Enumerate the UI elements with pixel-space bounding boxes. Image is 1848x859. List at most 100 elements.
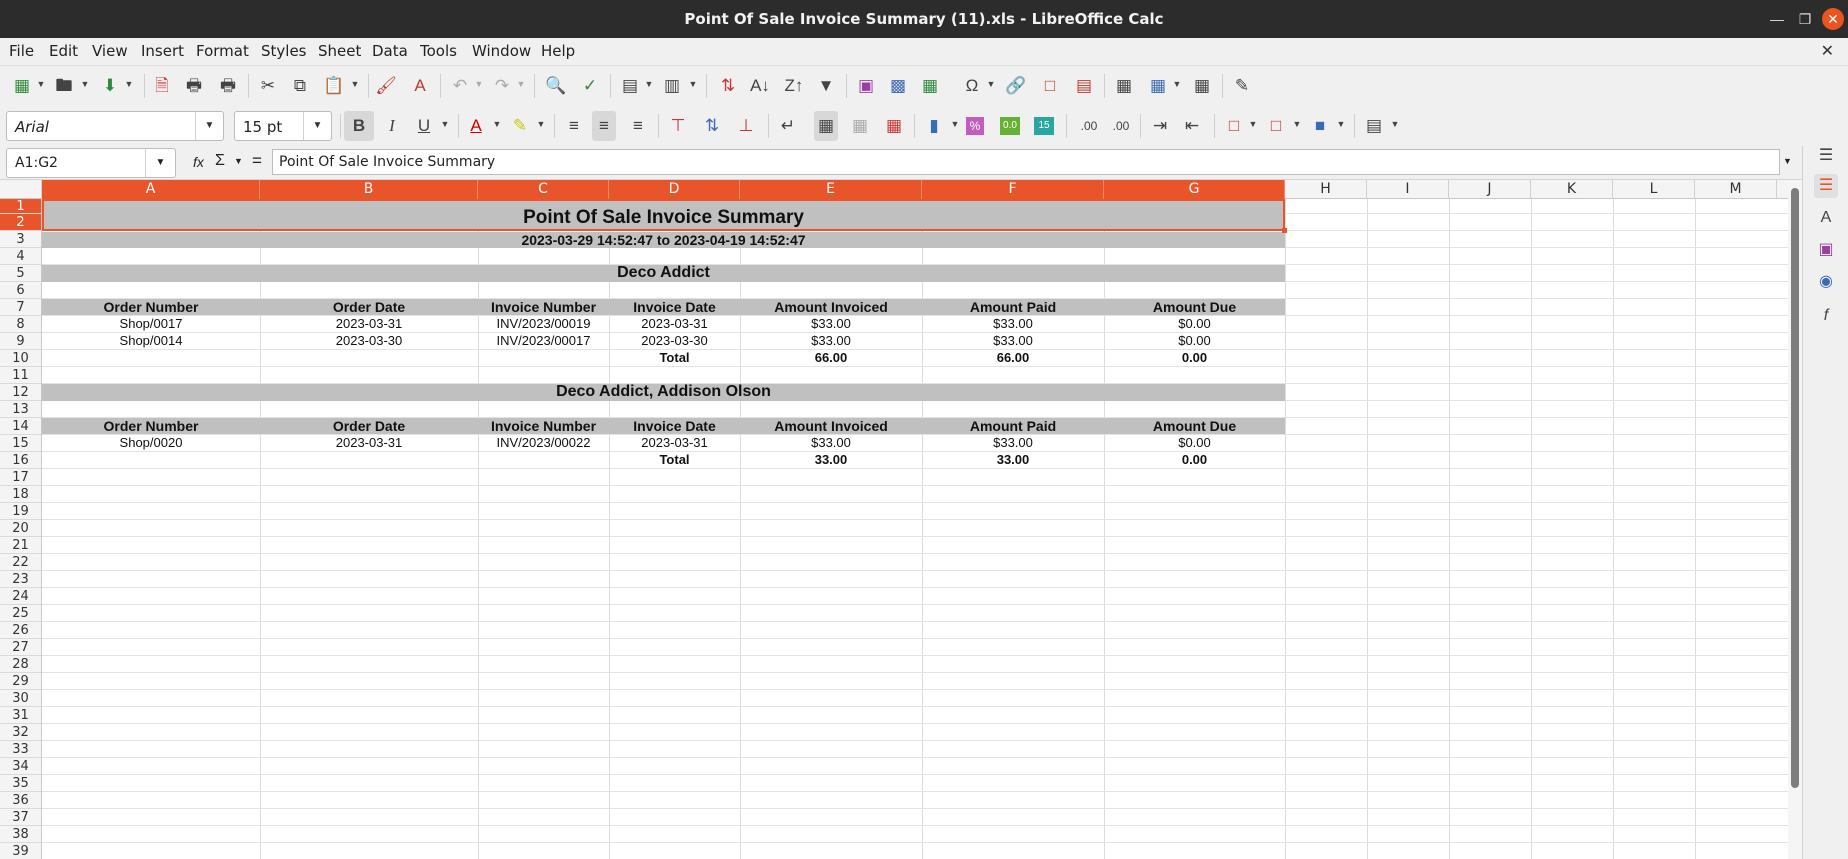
clear-formatting-icon[interactable]: A [408, 74, 432, 98]
column-header-a[interactable]: A [42, 180, 260, 199]
chevron-down-icon[interactable]: ▼ [234, 156, 243, 166]
freeze-rows-icon[interactable]: ▦ [1146, 74, 1170, 98]
data-cell[interactable]: 2023-03-30 [260, 333, 478, 348]
scrollbar-thumb[interactable] [1791, 188, 1799, 788]
align-bottom-icon[interactable]: ⊥ [734, 114, 758, 138]
menu-styles[interactable]: Styles [261, 42, 307, 60]
center-vertically-icon[interactable]: ⇅ [700, 114, 724, 138]
paste-icon[interactable]: 📋 [322, 74, 346, 98]
total-due[interactable]: 0.00 [1104, 350, 1285, 365]
bold-icon[interactable]: B [344, 111, 374, 141]
row-header-6[interactable]: 6 [0, 282, 41, 299]
sum-icon[interactable]: Σ [215, 152, 225, 170]
menu-window[interactable]: Window [472, 42, 531, 60]
merge-cells-icon[interactable]: ▦ [848, 114, 872, 138]
data-cell[interactable]: Shop/0014 [42, 333, 260, 348]
row-header-20[interactable]: 20 [0, 520, 41, 537]
chevron-down-icon[interactable]: ▼ [474, 78, 484, 90]
header-cell[interactable]: Order Date [260, 299, 478, 315]
formula-equals-icon[interactable]: = [252, 151, 262, 171]
row-header-22[interactable]: 22 [0, 554, 41, 571]
chevron-down-icon[interactable]: ▼ [1248, 118, 1258, 130]
data-cell[interactable]: $0.00 [1104, 316, 1285, 331]
chevron-down-icon[interactable]: ▼ [195, 112, 223, 140]
row-header-37[interactable]: 37 [0, 809, 41, 826]
print-icon[interactable]: 🖶 [182, 74, 206, 98]
chevron-down-icon[interactable]: ▼ [986, 78, 996, 90]
chevron-down-icon[interactable]: ▼ [145, 149, 175, 177]
row-header-23[interactable]: 23 [0, 571, 41, 588]
data-cell[interactable]: 2023-03-31 [609, 316, 740, 331]
chevron-down-icon[interactable]: ▼ [1292, 118, 1302, 130]
row-header-31[interactable]: 31 [0, 707, 41, 724]
row-header-13[interactable]: 13 [0, 401, 41, 418]
row-header-32[interactable]: 32 [0, 724, 41, 741]
header-cell[interactable]: Order Number [42, 299, 260, 315]
row-header-28[interactable]: 28 [0, 656, 41, 673]
total-due[interactable]: 0.00 [1104, 452, 1285, 467]
data-cell[interactable]: INV/2023/00019 [478, 316, 609, 331]
formula-input[interactable]: Point Of Sale Invoice Summary [272, 149, 1780, 175]
row-header-26[interactable]: 26 [0, 622, 41, 639]
section-title[interactable]: Deco Addict [42, 264, 1285, 282]
column-header-d[interactable]: D [609, 180, 740, 199]
sort-descending-icon[interactable]: Z↑ [782, 74, 806, 98]
header-cell[interactable]: Amount Invoiced [740, 299, 922, 315]
open-folder-icon[interactable]: 🖿 [52, 74, 76, 98]
print-preview-icon[interactable]: 🖶 [216, 74, 240, 98]
data-cell[interactable]: $33.00 [740, 333, 922, 348]
decrease-indent-icon[interactable]: ⇤ [1180, 114, 1204, 138]
data-cell[interactable]: 2023-03-31 [260, 435, 478, 450]
row-header-5[interactable]: 5 [0, 265, 41, 282]
align-left-icon[interactable]: ≡ [562, 114, 586, 138]
data-cell[interactable]: $0.00 [1104, 333, 1285, 348]
borders-icon[interactable]: □ [1222, 114, 1246, 138]
chevron-down-icon[interactable]: ▼ [950, 118, 960, 130]
spreadsheet-grid[interactable]: A B C D E F G H I J K L M 1 2 3 4 5 6 7 8 9 10 11 1… [0, 180, 1800, 859]
chevron-down-icon[interactable]: ▼ [492, 118, 502, 130]
column-header-m[interactable]: M [1695, 180, 1777, 199]
header-cell[interactable]: Order Number [42, 418, 260, 434]
column-header-k[interactable]: K [1531, 180, 1613, 199]
data-cell[interactable]: $33.00 [922, 435, 1104, 450]
functions-icon[interactable]: f [1814, 304, 1838, 328]
add-decimal-icon[interactable]: .00 [1074, 114, 1104, 138]
data-cell[interactable]: $33.00 [922, 316, 1104, 331]
close-window-icon[interactable]: ✕ [1822, 8, 1844, 30]
number-format-icon[interactable]: 0.0 [1000, 117, 1020, 135]
row-header-8[interactable]: 8 [0, 316, 41, 333]
column-header-e[interactable]: E [740, 180, 922, 199]
row-header-39[interactable]: 39 [0, 843, 41, 859]
row-header-16[interactable]: 16 [0, 452, 41, 469]
chevron-down-icon[interactable]: ▼ [536, 118, 546, 130]
chevron-down-icon[interactable]: ▼ [688, 78, 698, 90]
column-header-l[interactable]: L [1613, 180, 1695, 199]
chevron-down-icon[interactable]: ▼ [350, 78, 360, 90]
special-character-icon[interactable]: Ω [960, 74, 984, 98]
header-cell[interactable]: Amount Paid [922, 418, 1104, 434]
select-all-corner[interactable] [0, 180, 42, 199]
menu-view[interactable]: View [92, 42, 128, 60]
font-name-combo[interactable]: Arial ▼ [6, 111, 224, 141]
properties-icon[interactable]: ☰ [1814, 174, 1838, 198]
row-header-10[interactable]: 10 [0, 350, 41, 367]
total-paid[interactable]: 33.00 [922, 452, 1104, 467]
header-cell[interactable]: Invoice Date [609, 418, 740, 434]
restore-icon[interactable]: ❐ [1794, 8, 1816, 30]
row-header-21[interactable]: 21 [0, 537, 41, 554]
row-icon[interactable]: ▤ [618, 74, 642, 98]
chevron-down-icon[interactable]: ▼ [303, 112, 331, 140]
row-header-1[interactable]: 1 [0, 199, 41, 214]
percent-format-icon[interactable]: % [966, 117, 984, 135]
pivot-table-icon[interactable]: ▦ [918, 74, 942, 98]
gallery-icon[interactable]: ▣ [1814, 238, 1838, 262]
draw-functions-icon[interactable]: ✎ [1230, 74, 1254, 98]
align-right-icon[interactable]: ≡ [626, 114, 650, 138]
border-style-icon[interactable]: □ [1264, 114, 1288, 138]
minimize-icon[interactable]: — [1766, 8, 1788, 30]
row-header-27[interactable]: 27 [0, 639, 41, 656]
row-header-18[interactable]: 18 [0, 486, 41, 503]
sidebar-menu-icon[interactable]: ☰ [1814, 144, 1838, 168]
insert-chart-icon[interactable]: ▩ [886, 74, 910, 98]
chevron-down-icon[interactable]: ▼ [516, 78, 526, 90]
